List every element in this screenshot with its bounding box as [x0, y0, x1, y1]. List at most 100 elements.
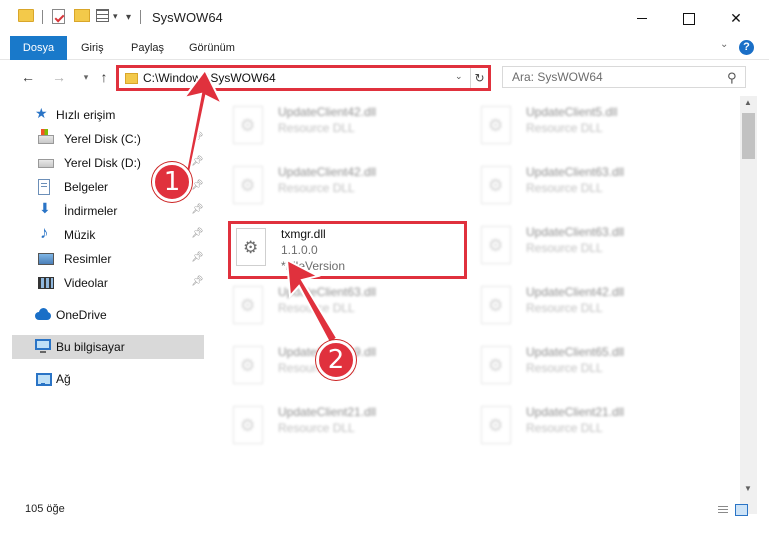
pin-icon[interactable]: 📌︎: [191, 132, 204, 143]
scroll-down-icon[interactable]: ▼: [744, 484, 752, 493]
dll-file-icon: [236, 228, 266, 266]
file-version: 1.1.0.0: [281, 243, 318, 257]
view-icon[interactable]: [96, 9, 109, 22]
search-input[interactable]: Ara: SysWOW64 ⚲: [502, 66, 746, 88]
chevron-down-icon[interactable]: ▾: [113, 11, 118, 22]
scroll-thumb[interactable]: [742, 113, 755, 159]
nav-music[interactable]: Müzik 📌︎: [0, 223, 205, 247]
dll-file-icon: [481, 286, 511, 324]
new-folder-icon[interactable]: [74, 9, 90, 22]
properties-icon[interactable]: [52, 9, 65, 24]
step-1-badge: 1: [152, 162, 192, 202]
dll-file-icon: [233, 406, 263, 444]
nav-this-pc[interactable]: Bu bilgisayar: [12, 335, 204, 359]
file-type: Resource DLL: [526, 361, 603, 375]
file-name: UpdateClient63.dll: [526, 225, 625, 239]
file-type: Resource DLL: [278, 421, 355, 435]
file-list[interactable]: UpdateClient42.dll Resource DLL UpdateCl…: [209, 96, 740, 494]
forward-button[interactable]: →: [49, 66, 69, 88]
network-icon: [35, 371, 52, 387]
file-tile[interactable]: UpdateClient63.dll Resource DLL: [457, 160, 691, 216]
recent-locations-button[interactable]: ▾: [76, 66, 96, 88]
pin-icon[interactable]: 📌︎: [191, 276, 204, 287]
file-description: *FileVersion: [281, 259, 346, 273]
file-tile[interactable]: UpdateClient21.dll Resource DLL: [457, 400, 691, 456]
tiles-view-icon[interactable]: [735, 504, 748, 516]
customize-quick-access-icon[interactable]: ▾: [126, 12, 131, 23]
tab-share[interactable]: Paylaş: [131, 36, 164, 60]
pin-icon[interactable]: 📌︎: [191, 204, 204, 215]
ribbon: Dosya Giriş Paylaş Görünüm ⌄: [0, 36, 769, 60]
tab-view[interactable]: Görünüm: [189, 36, 235, 60]
address-bar[interactable]: C:\Windows\SysWOW64 ⌄ ↻: [116, 65, 491, 91]
nav-label: Müzik: [64, 228, 96, 242]
expand-ribbon-icon[interactable]: ⌄: [720, 39, 728, 50]
nav-quick-access[interactable]: Hızlı erişim: [0, 103, 205, 127]
cloud-icon: [35, 307, 51, 323]
file-name: UpdateClient5.dll: [526, 105, 618, 119]
file-tile[interactable]: UpdateClient42.dll Resource DLL: [209, 160, 443, 216]
address-path[interactable]: C:\Windows\SysWOW64: [143, 71, 276, 85]
nav-label: Bu bilgisayar: [56, 340, 125, 354]
pin-icon[interactable]: 📌︎: [191, 252, 204, 263]
file-tile[interactable]: UpdateClient63.dll Resource DLL: [209, 280, 443, 336]
back-button[interactable]: ←: [18, 66, 38, 88]
dll-file-icon: [481, 226, 511, 264]
navigation-pane: Hızlı erişim Yerel Disk (C:) 📌︎ Yerel Di…: [0, 96, 205, 494]
close-button[interactable]: ✕: [713, 0, 759, 36]
nav-onedrive[interactable]: OneDrive: [0, 303, 205, 327]
file-tile[interactable]: UpdateClient5.dll Resource DLL: [457, 100, 691, 156]
nav-pictures[interactable]: Resimler 📌︎: [0, 247, 205, 271]
window-title: SysWOW64: [152, 10, 223, 25]
music-icon: [38, 223, 54, 243]
file-tile[interactable]: UpdateClient63.dll Resource DLL: [457, 220, 691, 276]
nav-disk-c[interactable]: Yerel Disk (C:) 📌︎: [0, 127, 205, 151]
minimize-button[interactable]: [619, 0, 665, 36]
file-tile-txmgr[interactable]: txmgr.dll 1.1.0.0 *FileVersion: [228, 221, 467, 279]
details-view-icon[interactable]: [718, 506, 728, 515]
search-placeholder: Ara: SysWOW64: [512, 70, 603, 84]
nav-label: Yerel Disk (D:): [64, 156, 141, 170]
maximize-button[interactable]: [665, 0, 711, 36]
file-tile[interactable]: UpdateClient21.dll Resource DLL: [209, 400, 443, 456]
file-tile[interactable]: UpdateClient42.dll Resource DLL: [457, 280, 691, 336]
pin-icon[interactable]: 📌︎: [191, 180, 204, 191]
nav-label: Belgeler: [64, 180, 109, 194]
up-button[interactable]: ↑: [94, 66, 114, 88]
dll-file-icon: [481, 166, 511, 204]
dll-file-icon: [481, 406, 511, 444]
dll-file-icon: [233, 106, 263, 144]
file-name: UpdateClient21.dll: [278, 405, 377, 419]
file-name: UpdateClient63.dll: [278, 285, 377, 299]
file-tile[interactable]: UpdateClient65.dll Resource DLL: [457, 340, 691, 396]
disk-c-icon: [38, 129, 54, 144]
nav-downloads[interactable]: İndirmeler 📌︎: [0, 199, 205, 223]
scroll-up-icon[interactable]: ▲: [744, 98, 752, 107]
chevron-down-icon[interactable]: ⌄: [455, 71, 463, 82]
file-name: UpdateClient65.dll: [526, 345, 625, 359]
file-tile[interactable]: UpdateClient42.dll Resource DLL: [209, 100, 443, 156]
tab-file[interactable]: Dosya: [10, 36, 67, 60]
refresh-button[interactable]: ↻: [470, 68, 488, 88]
nav-label: OneDrive: [56, 308, 107, 322]
file-name: UpdateClient42.dll: [526, 285, 625, 299]
pin-icon[interactable]: 📌︎: [191, 156, 204, 167]
vertical-scrollbar[interactable]: ▲ ▼: [740, 96, 757, 514]
nav-label: İndirmeler: [64, 204, 118, 218]
nav-network[interactable]: Ağ: [0, 367, 205, 391]
dll-file-icon: [233, 166, 263, 204]
file-type: Resource DLL: [526, 241, 603, 255]
file-name: txmgr.dll: [281, 227, 326, 241]
videos-icon: [38, 277, 54, 289]
nav-label: Yerel Disk (C:): [64, 132, 141, 146]
help-icon[interactable]: ?: [739, 40, 754, 55]
file-name: UpdateClient63.dll: [526, 165, 625, 179]
file-type: Resource DLL: [526, 181, 603, 195]
tab-home[interactable]: Giriş: [81, 36, 104, 60]
star-icon: [35, 105, 51, 123]
nav-videos[interactable]: Videolar 📌︎: [0, 271, 205, 295]
address-row: ← → ▾ ↑ C:\Windows\SysWOW64 ⌄ ↻ Ara: Sys…: [0, 61, 769, 94]
dll-file-icon: [481, 346, 511, 384]
pin-icon[interactable]: 📌︎: [191, 228, 204, 239]
nav-label: Resimler: [64, 252, 112, 266]
